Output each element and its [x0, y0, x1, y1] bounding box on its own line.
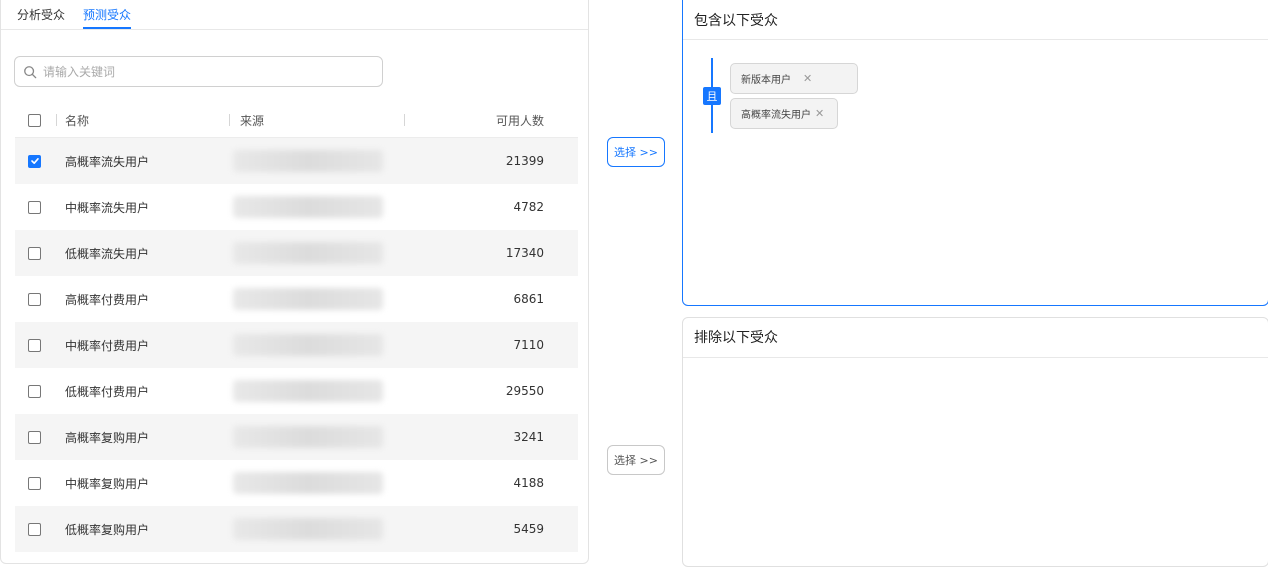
table-row[interactable]: 低概率流失用户 17340: [15, 230, 578, 276]
source-redacted: [233, 380, 383, 402]
row-count: 7110: [513, 338, 544, 352]
audience-tag: 高概率流失用户 ✕: [730, 98, 838, 129]
row-name: 中概率流失用户: [65, 200, 150, 215]
row-checkbox[interactable]: [28, 154, 41, 168]
row-count: 4188: [513, 476, 544, 490]
select-include-button[interactable]: 选择 >>: [607, 137, 665, 167]
row-checkbox[interactable]: [28, 338, 41, 352]
tabs-divider: [1, 29, 588, 30]
source-redacted: [233, 518, 383, 540]
exclude-title: 排除以下受众: [683, 318, 1268, 358]
exclude-audience-box: 排除以下受众: [682, 317, 1268, 567]
row-checkbox[interactable]: [28, 430, 41, 444]
row-name: 高概率复购用户: [65, 430, 150, 445]
audience-tabs: 分析受众 预测受众: [17, 5, 132, 29]
row-name: 高概率付费用户: [65, 292, 150, 307]
check-icon: [30, 157, 39, 164]
audience-table: 名称 来源 可用人数 高概率流失用户 21399 中概率流失用户 4782 低概率流失用…: [15, 103, 578, 552]
source-redacted: [233, 426, 383, 448]
source-redacted: [233, 288, 383, 310]
row-count: 17340: [505, 246, 544, 260]
row-name: 低概率流失用户: [65, 246, 150, 261]
logic-and-toggle[interactable]: 且: [703, 87, 721, 105]
column-separator: [404, 114, 405, 126]
source-redacted: [233, 472, 383, 494]
column-separator: [56, 114, 57, 126]
row-count: 4782: [513, 200, 544, 214]
tab-predicted-audience[interactable]: 预测受众: [83, 5, 132, 29]
row-count: 5459: [513, 522, 544, 536]
source-redacted: [233, 150, 383, 172]
include-title: 包含以下受众: [683, 0, 1268, 40]
close-icon[interactable]: ✕: [815, 107, 824, 120]
table-row[interactable]: 中概率复购用户 4188: [15, 460, 578, 506]
row-checkbox[interactable]: [28, 384, 41, 398]
row-checkbox[interactable]: [28, 476, 41, 490]
header-source: 来源: [240, 113, 265, 128]
row-name: 高概率流失用户: [65, 154, 150, 169]
table-row[interactable]: 高概率流失用户 21399: [15, 138, 578, 184]
search-icon: [24, 65, 37, 78]
table-body: 高概率流失用户 21399 中概率流失用户 4782 低概率流失用户 17340 高概率付费…: [15, 138, 578, 552]
audience-list-panel: 分析受众 预测受众 名称 来源 可用人数 高概率流失用户 21399 中概率流失用户…: [0, 0, 589, 564]
tab-analysis-audience[interactable]: 分析受众: [17, 5, 65, 29]
row-checkbox[interactable]: [28, 522, 41, 536]
table-row[interactable]: 中概率流失用户 4782: [15, 184, 578, 230]
row-count: 6861: [513, 292, 544, 306]
include-audience-box: 包含以下受众 且 新版本用户 ✕ 高概率流失用户 ✕: [682, 0, 1268, 306]
header-count: 可用人数: [495, 113, 544, 128]
audience-tag-label: 新版本用户: [741, 75, 791, 86]
select-all-checkbox[interactable]: [28, 113, 41, 127]
table-row[interactable]: 高概率付费用户 6861: [15, 276, 578, 322]
close-icon[interactable]: ✕: [803, 72, 812, 85]
row-checkbox[interactable]: [28, 200, 41, 214]
row-name: 中概率复购用户: [65, 476, 150, 491]
row-checkbox[interactable]: [28, 246, 41, 260]
audience-tag-label: 高概率流失用户: [741, 110, 811, 121]
row-name: 低概率付费用户: [65, 384, 150, 399]
search-input[interactable]: [43, 64, 363, 79]
search-box: [14, 56, 383, 87]
source-redacted: [233, 196, 383, 218]
row-count: 29550: [505, 384, 544, 398]
table-row[interactable]: 低概率复购用户 5459: [15, 506, 578, 552]
column-separator: [229, 114, 230, 126]
audience-tag: 新版本用户 ✕: [730, 63, 858, 94]
row-count: 21399: [505, 154, 544, 168]
source-redacted: [233, 334, 383, 356]
select-exclude-button[interactable]: 选择 >>: [607, 445, 665, 475]
table-row[interactable]: 低概率付费用户 29550: [15, 368, 578, 414]
row-checkbox[interactable]: [28, 292, 41, 306]
table-header: 名称 来源 可用人数: [15, 103, 578, 138]
row-name: 中概率付费用户: [65, 338, 150, 353]
row-count: 3241: [513, 430, 544, 444]
table-row[interactable]: 高概率复购用户 3241: [15, 414, 578, 460]
row-name: 低概率复购用户: [65, 522, 150, 537]
table-row[interactable]: 中概率付费用户 7110: [15, 322, 578, 368]
header-name: 名称: [65, 113, 90, 128]
source-redacted: [233, 242, 383, 264]
